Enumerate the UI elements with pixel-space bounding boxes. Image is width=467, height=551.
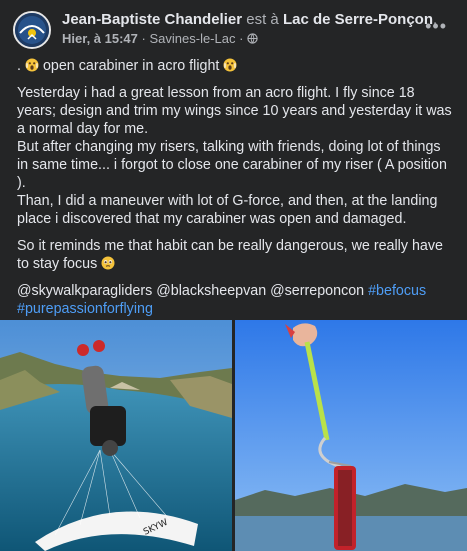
meta-separator: · — [141, 31, 146, 46]
paragraph-1-line-a: Yesterday i had a great lesson from an a… — [17, 85, 452, 137]
author-name[interactable]: Jean-Baptiste Chandelier — [62, 11, 242, 28]
author-avatar[interactable] — [13, 11, 51, 49]
paragraph-1-line-b: But after changing my risers, talking wi… — [17, 139, 447, 191]
location-link[interactable]: Lac de Serre-Ponçon — [283, 11, 433, 28]
post-meta: Hier, à 15:47 · Savines-le-Lac · — [62, 31, 258, 46]
pleading-emoji-icon — [101, 256, 115, 272]
scream-emoji-icon — [223, 58, 237, 74]
paraglider-photo-image: SKYW — [0, 320, 232, 551]
globe-icon — [247, 31, 258, 46]
photo-paraglider-acro[interactable]: SKYW — [0, 320, 232, 551]
meta-separator-2: · — [239, 31, 244, 46]
post-tags: @skywalkparagliders @blacksheepvan @serr… — [17, 282, 455, 318]
is-at-text: est à — [246, 11, 279, 28]
author-line: Jean-Baptiste Chandelier est à Lac de Se… — [62, 11, 437, 28]
post-title: . open carabiner in acro flight — [17, 57, 455, 75]
place-label[interactable]: Savines-le-Lac — [149, 31, 235, 46]
post-paragraph-2: So it reminds me that habit can be reall… — [17, 237, 455, 273]
scream-emoji-icon — [25, 58, 43, 74]
more-options-button[interactable]: ••• — [425, 16, 447, 37]
post-body: . open carabiner in acro flight Yesterda… — [17, 57, 455, 327]
paragraph-1-line-c: Than, I did a maneuver with lot of G-for… — [17, 193, 438, 227]
hashtag-purepassionforflying[interactable]: #purepassionforflying — [17, 301, 153, 317]
carabiner-photo-image — [235, 320, 467, 551]
photo-damaged-carabiner[interactable] — [235, 320, 467, 551]
post-header: Jean-Baptiste Chandelier est à Lac de Se… — [0, 0, 467, 56]
hashtag-befocus[interactable]: #befocus — [368, 283, 426, 299]
mentions-text[interactable]: @skywalkparagliders @blacksheepvan @serr… — [17, 283, 364, 299]
post-timestamp[interactable]: Hier, à 15:47 — [62, 31, 138, 46]
post-paragraph-1: Yesterday i had a great lesson from an a… — [17, 84, 455, 228]
more-dots-icon: ••• — [425, 16, 447, 36]
title-prefix: . — [17, 58, 25, 74]
avatar-image — [15, 13, 49, 47]
paragraph-2-text: So it reminds me that habit can be reall… — [17, 238, 443, 272]
title-text: open carabiner in acro flight — [42, 58, 220, 74]
post-photos: SKYW — [0, 320, 467, 551]
